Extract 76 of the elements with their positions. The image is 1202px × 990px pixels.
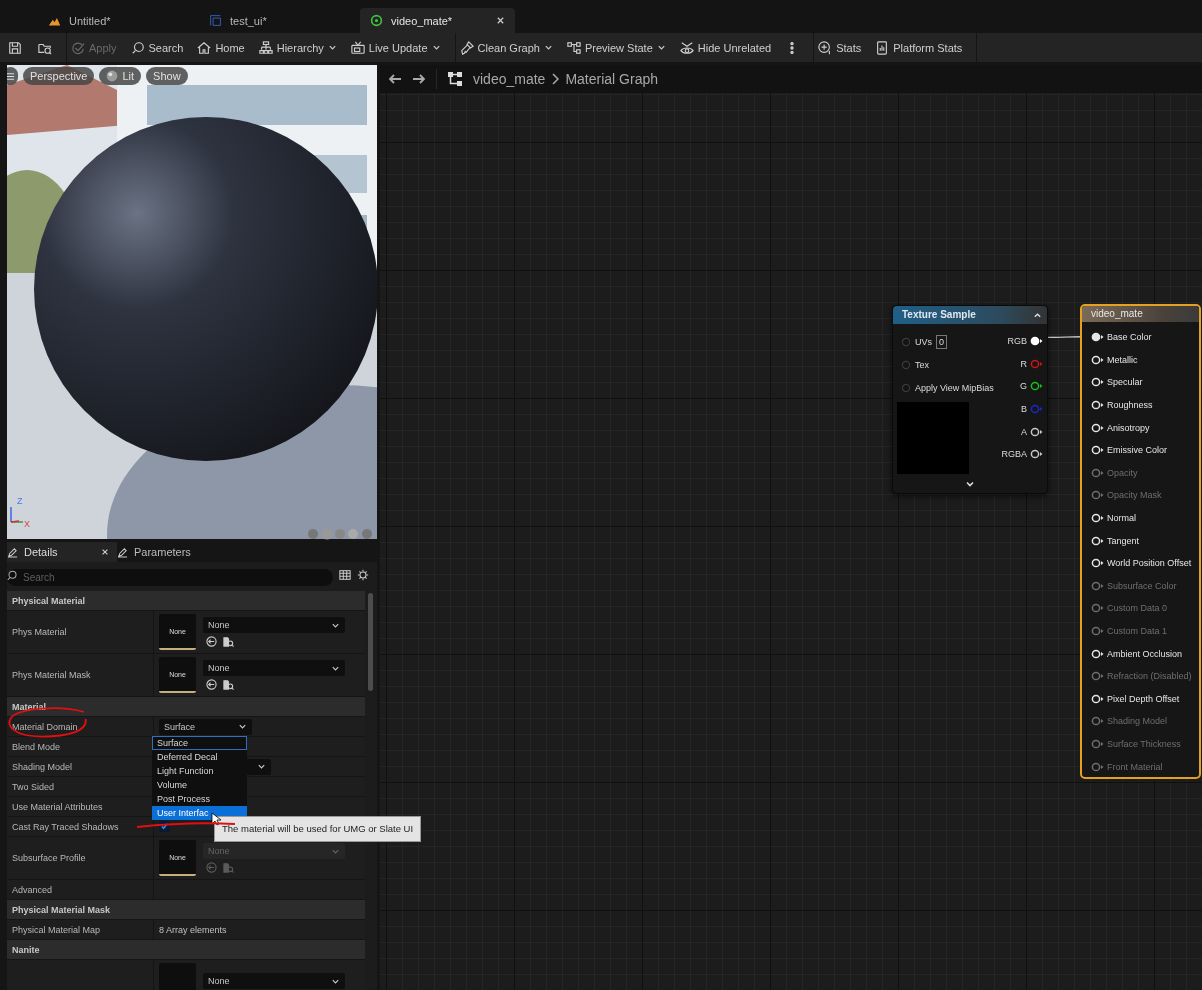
- pin-label: Opacity Mask: [1107, 490, 1162, 501]
- property-label: Phys Material Mask: [7, 654, 154, 696]
- section-header[interactable]: Physical Material: [7, 591, 365, 611]
- hide-unrelated-button[interactable]: Hide Unrelated: [679, 40, 772, 55]
- pin-label: Specular: [1107, 377, 1143, 388]
- pin-label: Emissive Color: [1107, 445, 1167, 456]
- section-header[interactable]: Physical Material Mask: [7, 900, 365, 920]
- viewport-button[interactable]: Perspective: [23, 67, 95, 85]
- menu-option[interactable]: Deferred Decal: [152, 750, 247, 764]
- pin-label: Front Material: [1107, 761, 1163, 772]
- viewport-button[interactable]: Show: [146, 67, 188, 85]
- pin-label: Shading Model: [1107, 716, 1168, 727]
- dropdown[interactable]: Surface: [159, 718, 252, 735]
- pin-label: Roughness: [1107, 400, 1153, 411]
- pin-label: Surface Thickness: [1107, 739, 1181, 749]
- node-title: video_mate: [1082, 306, 1199, 322]
- home-button[interactable]: Home: [197, 40, 245, 55]
- search-button[interactable]: Search: [130, 40, 184, 55]
- property-label: Material Domain: [7, 717, 154, 736]
- asset-dropdown[interactable]: None: [203, 973, 345, 989]
- live-update-button[interactable]: Live Update: [350, 40, 441, 55]
- menu-option[interactable]: Post Process: [152, 792, 247, 806]
- search-field[interactable]: Search: [7, 568, 333, 586]
- section-header[interactable]: Material: [7, 697, 365, 717]
- pin-label: Pixel Depth Offset: [1107, 693, 1180, 704]
- pin-label: Ambient Occlusion: [1107, 648, 1183, 659]
- document-tab[interactable]: Untitled*: [38, 8, 193, 33]
- pin-label: Normal: [1107, 513, 1136, 524]
- pin-label: Custom Data 1: [1107, 626, 1168, 636]
- breadcrumb-link[interactable]: video_mate: [473, 71, 546, 87]
- pin-label: Opacity: [1107, 467, 1138, 478]
- value-box[interactable]: 0: [936, 334, 948, 349]
- pin-label: Anisotropy: [1107, 422, 1150, 433]
- pin-label: World Position Offset: [1107, 558, 1192, 569]
- menu-option[interactable]: Volume: [152, 778, 247, 792]
- stats-button[interactable]: Stats: [818, 40, 862, 55]
- property-label: Advanced: [7, 880, 154, 899]
- pin-label: Subsurface Color: [1107, 580, 1177, 591]
- pin-label: G: [1020, 381, 1027, 392]
- property-label: Phys Material: [7, 611, 154, 653]
- asset-dropdown[interactable]: None: [203, 660, 345, 676]
- pin-label: Metallic: [1107, 354, 1138, 365]
- pin-label: A: [1021, 426, 1027, 437]
- axis-label: Z: [17, 496, 23, 506]
- pin-label: Custom Data 0: [1107, 603, 1168, 614]
- viewport-button[interactable]: Lit: [99, 67, 142, 85]
- property-label: Subsurface Profile: [7, 837, 154, 879]
- pin-label: RGB: [1007, 336, 1027, 347]
- tooltip: The material will be used for UMG or Slate UI: [214, 816, 422, 842]
- pin-label: Tex: [915, 359, 929, 370]
- pin-label: Refraction (Disabled): [1107, 671, 1192, 682]
- document-tab[interactable]: test_ui*: [199, 8, 354, 33]
- panel-tab[interactable]: Details: [7, 542, 117, 562]
- clean-graph-button[interactable]: Clean Graph: [459, 40, 553, 55]
- preview-state-button[interactable]: Preview State: [566, 40, 666, 55]
- section-header[interactable]: Nanite: [7, 940, 365, 960]
- pin-label: Base Color: [1107, 332, 1152, 343]
- property-label: Physical Material Map: [7, 920, 154, 939]
- pin-label: UVs: [915, 336, 932, 347]
- hierarchy-button[interactable]: Hierarchy: [258, 40, 337, 55]
- pin-label: RGBA: [1001, 449, 1027, 460]
- platform-stats-button[interactable]: Platform Stats: [875, 40, 963, 55]
- pin-label: R: [1020, 358, 1027, 369]
- pin-label: Apply View MipBias: [915, 382, 994, 393]
- property-value: 8 Array elements: [159, 924, 227, 935]
- pin-label: B: [1021, 404, 1027, 415]
- axis-label: X: [24, 519, 30, 529]
- breadcrumb-current: Material Graph: [565, 71, 658, 87]
- asset-dropdown[interactable]: None: [203, 617, 345, 633]
- panel-tab[interactable]: Parameters: [117, 542, 227, 562]
- document-tab[interactable]: video_mate*: [360, 8, 515, 33]
- node-title: Texture Sample: [893, 306, 1047, 324]
- pin-label: Tangent: [1107, 535, 1140, 546]
- texture-sample-node[interactable]: Texture Sample UVs 0 Tex Apply View MipBias RGB R G B A RGBA: [892, 305, 1048, 494]
- menu-option[interactable]: Light Function: [152, 764, 247, 778]
- menu-option[interactable]: Surface: [152, 736, 247, 750]
